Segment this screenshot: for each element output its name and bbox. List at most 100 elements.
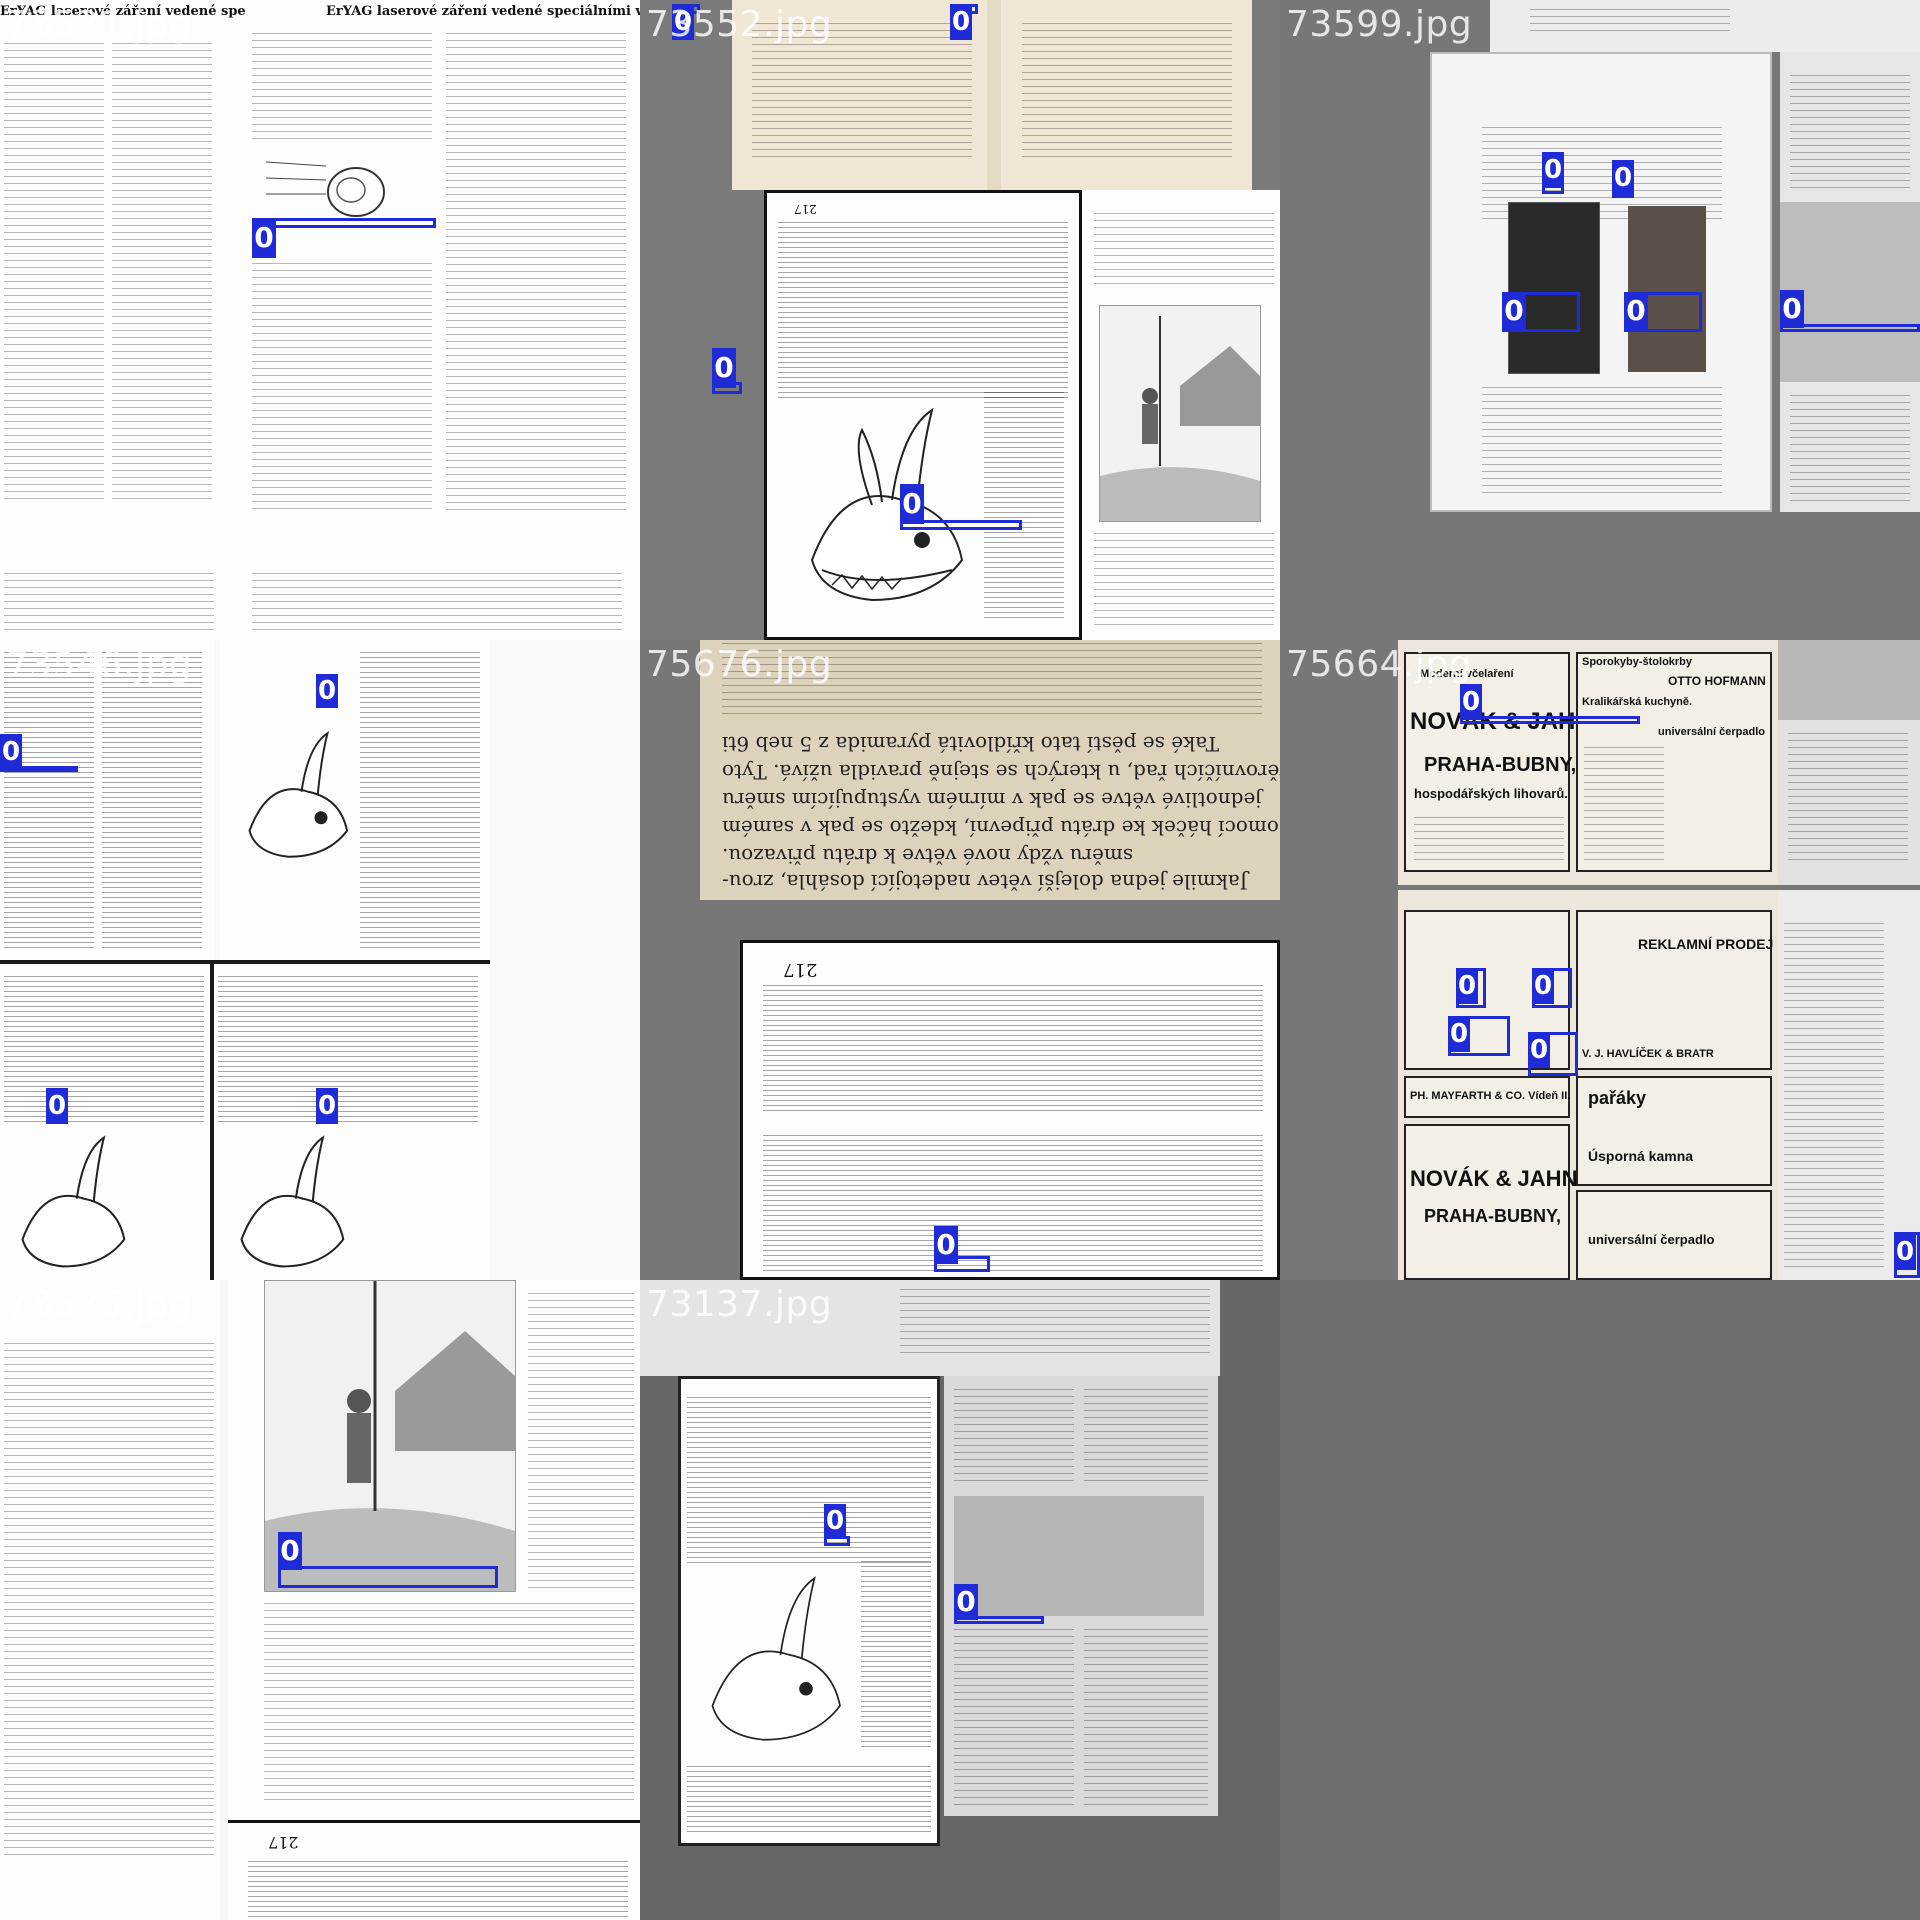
detection-label: 0	[1894, 1234, 1916, 1270]
skull-drawing	[810, 407, 964, 602]
hut-drawing	[265, 1281, 515, 1591]
text-column	[954, 1386, 1074, 1486]
text-column	[954, 1626, 1074, 1806]
page-a	[0, 640, 215, 960]
rhino-skull-figure	[687, 1559, 857, 1759]
ad-reklamni-prodej: REKLAMNÍ PRODEJ V. J. HAVLÍČEK & BRATR	[1576, 910, 1774, 1070]
ad-text	[1584, 744, 1664, 864]
detection-label: 0	[824, 1504, 846, 1538]
text-column	[1790, 392, 1910, 502]
text-column	[763, 983, 1263, 1113]
text-column	[264, 1600, 634, 1800]
detection-label: 0	[954, 1584, 978, 1620]
detection-box[interactable]	[278, 1566, 498, 1588]
detection-label: 0	[1528, 1032, 1550, 1068]
text-column	[252, 30, 432, 140]
ad-title: pařáky	[1588, 1088, 1647, 1108]
detection-label: 0	[1502, 292, 1526, 330]
page-scan-bottom: 217	[764, 190, 1280, 640]
page-c	[0, 964, 210, 1280]
text-column	[1084, 1386, 1208, 1486]
page-scan-closeup: 217	[740, 940, 1280, 1280]
tile-73525[interactable]: 217 0 73525.jpg	[0, 1280, 640, 1920]
text-line: směru vždy nové větve k drátu přivazou.	[722, 844, 1134, 868]
image-grid: ErYAG laserové záření vedené spec ErYAG …	[0, 0, 1920, 1920]
text-line: Také se pěstí tato křídlovitá pyramida z…	[722, 732, 1219, 756]
empty-cell	[1280, 1280, 1920, 1920]
detection-label: 0	[934, 1226, 958, 1264]
detection-box[interactable]	[1460, 716, 1640, 724]
tile-73546[interactable]: 0 0 0 0 73546.jpg	[0, 640, 640, 1280]
tile-75676[interactable]: Také se pěstí tato křídlovitá pyramida z…	[640, 640, 1280, 1280]
ad-title: Kralikářská kuchyně.	[1582, 696, 1693, 708]
detection-label: 0	[252, 218, 276, 258]
ad-title: PRAHA-BUBNY,	[1424, 754, 1577, 776]
text-line: jednotlivé větve se pak v mírném vystupu…	[722, 788, 1262, 812]
ad-otto-hofmann: Sporokyby-štolokrby OTTO HOFMANN Kraliká…	[1576, 652, 1772, 872]
ad-mayfarth: PH. MAYFARTH & CO. Vídeň II.	[1404, 1076, 1570, 1118]
text-column	[1094, 530, 1274, 630]
text-column	[900, 1286, 1210, 1356]
text-column	[252, 570, 622, 630]
page-scan-side	[1780, 52, 1920, 512]
tile-filename: 73137.jpg	[646, 1284, 833, 1325]
text-column	[1790, 72, 1910, 192]
page-scan-back	[1490, 0, 1920, 52]
tile-75664[interactable]: Moderní včelaření NOVÁK & JAHN PRAHA-BUB…	[1280, 640, 1920, 1280]
ad-title: NOVÁK & JAHN	[1410, 1166, 1578, 1191]
text-column	[1788, 730, 1908, 860]
detection-label: 0	[950, 4, 972, 40]
tile-73552[interactable]: 217 0 0 0 0 73552.jpg	[640, 0, 1280, 640]
page-scan-main	[678, 1376, 940, 1846]
ad-title: REKLAMNÍ PRODEJ	[1638, 936, 1774, 952]
text-column	[687, 1764, 931, 1834]
ad-title: PH. MAYFARTH & CO. Vídeň II.	[1410, 1090, 1571, 1102]
skull-drawing	[21, 1135, 126, 1268]
text-column	[1482, 384, 1722, 494]
detection-label: 0	[1456, 968, 1478, 1004]
rhino-skull-figure	[782, 390, 982, 620]
page-side-photo	[1778, 640, 1920, 885]
ad-novak-jahn: Moderní včelaření NOVÁK & JAHN PRAHA-BUB…	[1404, 652, 1593, 872]
text-column	[763, 1133, 1263, 1273]
page-scan-main	[1430, 52, 1772, 512]
text-column	[248, 1859, 628, 1919]
page-heading-right: ErYAG laserové záření vedené speciálními…	[326, 4, 640, 19]
text-column	[4, 1340, 214, 1860]
text-column	[1530, 6, 1730, 36]
rhino-skull-figure	[230, 710, 360, 880]
tile-filename: 75676.jpg	[646, 644, 833, 685]
detection-label: 0	[1542, 152, 1564, 188]
rhino-skull-figure	[214, 1124, 364, 1280]
detection-label: 0	[1624, 292, 1648, 330]
text-column	[861, 1559, 931, 1749]
detection-label: 0	[1532, 968, 1554, 1004]
text-column	[218, 974, 478, 1124]
page-ads-bottom: REKLAMNÍ PRODEJ V. J. HAVLÍČEK & BRATR P…	[1398, 890, 1778, 1280]
text-line: Jakmile jedna dolejší větev nadetojící d…	[722, 870, 1248, 894]
detection-box[interactable]	[252, 218, 436, 228]
text-column	[252, 260, 432, 510]
text-column	[778, 220, 1068, 400]
detection-label: 0	[1448, 1016, 1470, 1052]
tile-filename: 73599.jpg	[1286, 4, 1473, 45]
rhino-skull-figure	[0, 1124, 140, 1280]
ad-parky: pařáky Úsporná kamna	[1576, 1076, 1772, 1186]
tile-filename: 73552.jpg	[646, 4, 833, 45]
detection-label: 0	[1460, 684, 1482, 720]
text-column	[1094, 210, 1274, 290]
text-column	[4, 974, 204, 1124]
text-column	[112, 40, 212, 500]
page-left: ErYAG laserové záření vedené spec	[0, 0, 254, 640]
ad-pump-2: universální čerpadlo	[1576, 1190, 1772, 1280]
detection-label: 0	[1780, 290, 1804, 328]
detection-label: 0	[712, 348, 736, 388]
page-right: ErYAG laserové záření vedené speciálními…	[246, 0, 640, 640]
detection-label: 0	[278, 1532, 302, 1570]
tile-73521[interactable]: ErYAG laserové záření vedené spec ErYAG …	[0, 0, 640, 640]
text-column	[4, 650, 94, 950]
text-column	[4, 40, 104, 500]
tile-73599[interactable]: 0 0 0 0 0 73599.jpg	[1280, 0, 1920, 640]
skull-drawing	[711, 1576, 841, 1741]
tile-73137[interactable]: 0 0 73137.jpg	[640, 1280, 1280, 1920]
